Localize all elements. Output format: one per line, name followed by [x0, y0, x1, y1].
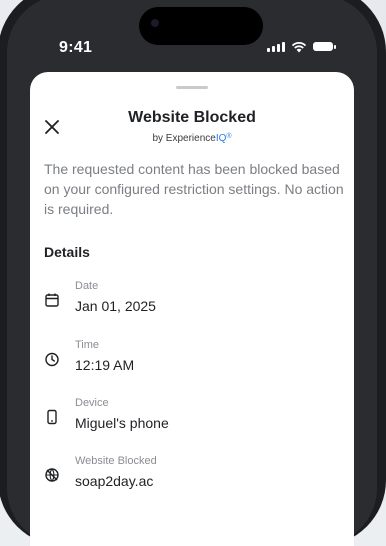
- brand-suffix: IQ: [215, 133, 227, 144]
- camera: [151, 19, 159, 27]
- detail-row-time: Time 12:19 AM: [44, 339, 344, 383]
- detail-value: 12:19 AM: [75, 357, 135, 373]
- detail-row-device: Device Miguel's phone: [44, 397, 344, 441]
- clock-icon: [45, 352, 59, 367]
- description-text: The requested content has been blocked b…: [44, 161, 344, 217]
- byline: by ExperienceIQ®: [30, 133, 354, 144]
- calendar-icon: [45, 293, 59, 307]
- sheet-grabber[interactable]: [176, 86, 208, 89]
- detail-label: Device: [75, 397, 109, 409]
- phone-icon: [47, 409, 57, 425]
- modal-title: Website Blocked: [128, 109, 256, 126]
- details-heading: Details: [44, 244, 90, 260]
- signal-icon: [267, 42, 285, 52]
- detail-row-website: Website Blocked soap2day.ac: [44, 455, 344, 499]
- detail-row-date: Date Jan 01, 2025: [44, 280, 344, 324]
- phone-frame: 9:41 Website Blocked by ExperienceIQ® Th…: [0, 0, 386, 546]
- detail-value: Miguel's phone: [75, 415, 169, 431]
- detail-value: Jan 01, 2025: [75, 298, 156, 314]
- battery-icon: [313, 42, 336, 51]
- blocked-website-sheet: Website Blocked by ExperienceIQ® The req…: [30, 72, 354, 546]
- blocked-website-icon: [45, 468, 59, 482]
- brand-name: Experience: [165, 133, 216, 144]
- detail-label: Time: [75, 339, 100, 351]
- detail-value: soap2day.ac: [75, 473, 154, 489]
- detail-label: Website Blocked: [75, 455, 157, 467]
- registered-mark: ®: [226, 133, 232, 140]
- status-time: 9:41: [59, 39, 93, 56]
- screen: 9:41 Website Blocked by ExperienceIQ® Th…: [7, 0, 377, 546]
- wifi-icon: [291, 42, 307, 53]
- detail-label: Date: [75, 280, 99, 292]
- byline-prefix: by: [152, 133, 166, 144]
